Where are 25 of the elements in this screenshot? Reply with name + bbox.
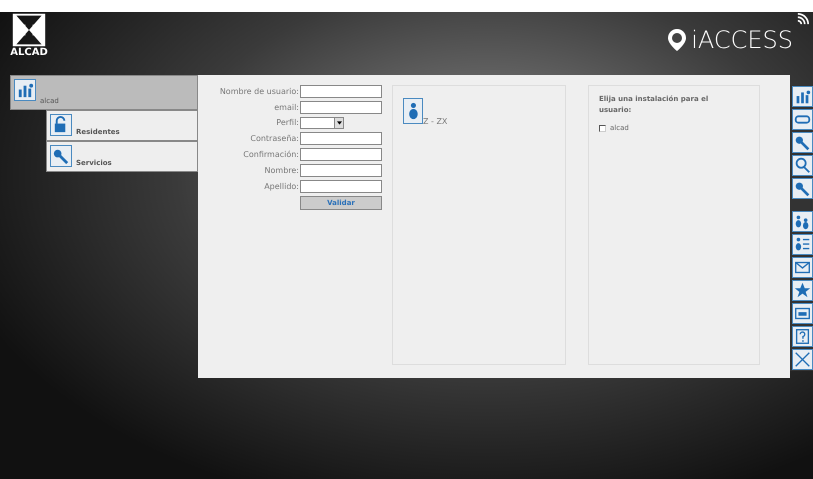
field-label: Confirmación:	[243, 148, 299, 160]
field-label: email:	[274, 102, 299, 114]
field-label: Nombre:	[264, 164, 299, 176]
input-field[interactable]	[300, 132, 382, 145]
search-icon[interactable]	[793, 156, 812, 175]
input-field[interactable]	[300, 85, 382, 98]
star-icon[interactable]	[793, 281, 812, 300]
profile-select[interactable]	[300, 117, 344, 129]
checkbox[interactable]	[599, 124, 606, 132]
range-label: Z - ZX	[423, 116, 448, 128]
wifi-icon	[797, 12, 809, 26]
input-field[interactable]	[300, 101, 382, 114]
field-label: Apellido:	[264, 180, 299, 192]
field-label: Contraseña:	[250, 132, 299, 144]
product-name: iACCESS	[691, 25, 793, 56]
help-icon[interactable]	[793, 327, 812, 346]
brand-name: ALCAD	[10, 48, 48, 58]
input-field[interactable]	[300, 164, 382, 177]
input-field[interactable]	[300, 180, 382, 193]
pin-icon	[667, 28, 688, 52]
field-label: Nombre de usuario:	[220, 86, 299, 98]
input-field[interactable]	[300, 148, 382, 161]
close-icon[interactable]	[793, 350, 812, 369]
field-label: Perfil:	[276, 117, 299, 129]
dropdown-icon	[336, 121, 342, 125]
